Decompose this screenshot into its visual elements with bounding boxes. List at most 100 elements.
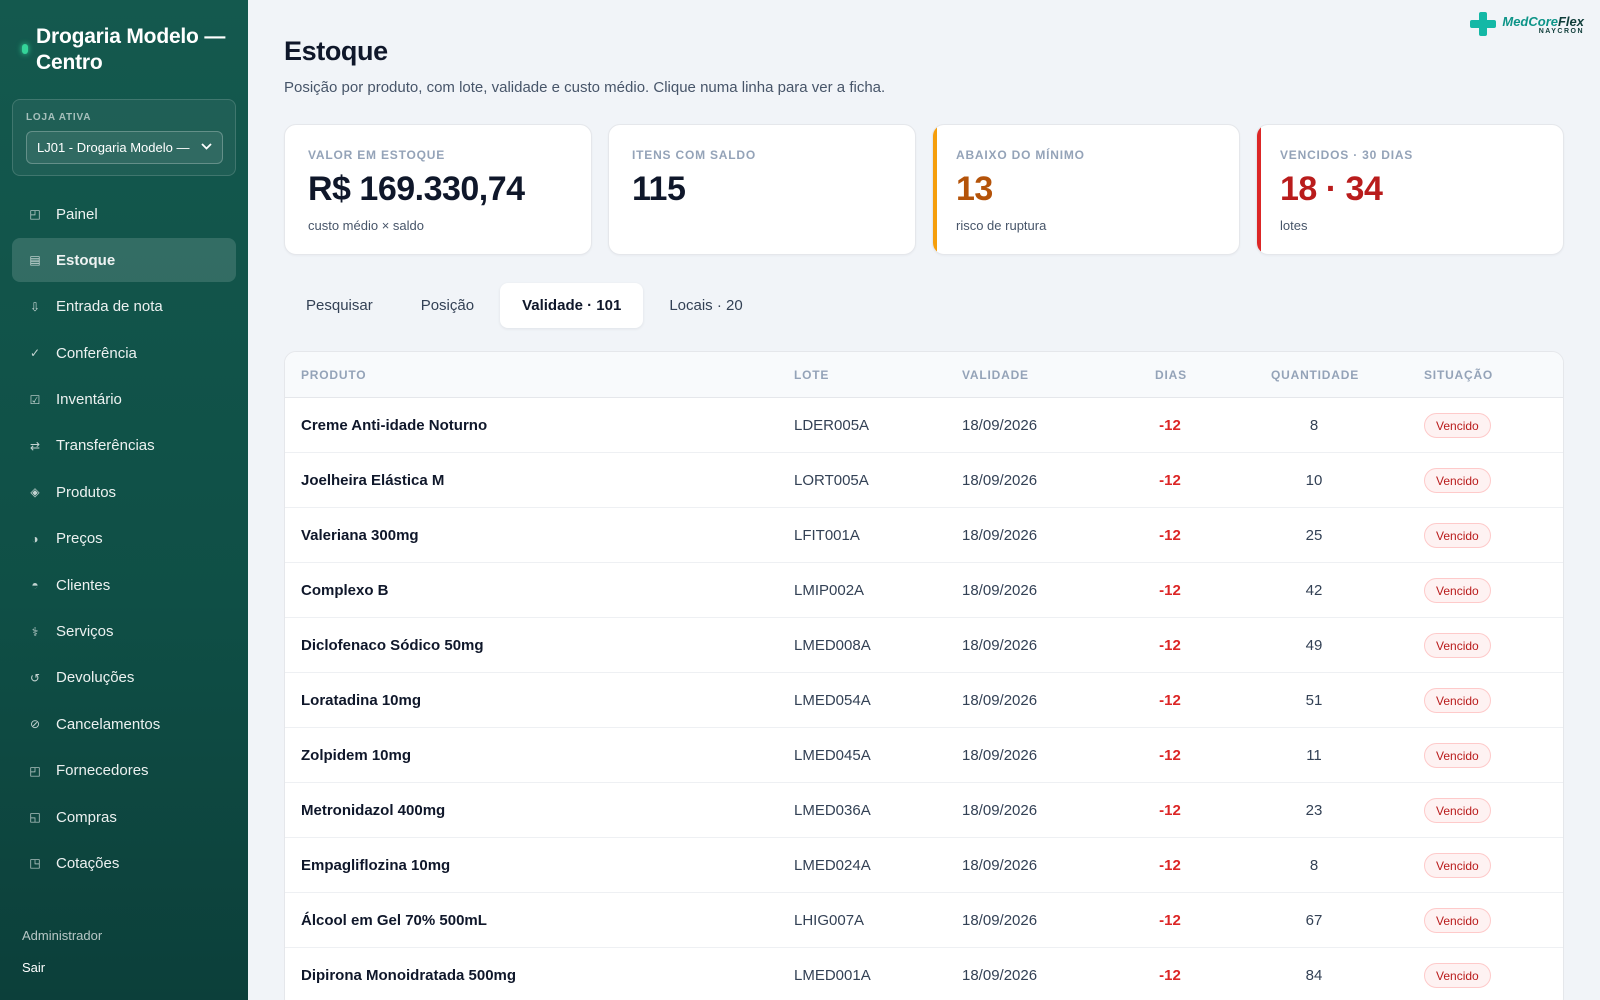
sidebar-item-painel[interactable]: ◰ Painel — [12, 192, 236, 236]
sidebar-item-label: Entrada de nota — [56, 298, 163, 316]
table-header: PRODUTO LOTE VALIDADE DIAS QUANTIDADE SI… — [285, 352, 1563, 398]
table-row[interactable]: Creme Anti-idade Noturno LDER005A 18/09/20… — [285, 398, 1563, 453]
table-row[interactable]: Dipirona Monoidratada 500mg LMED001A 18/09… — [285, 948, 1563, 1000]
expiry-date: 18/09/2026 — [962, 857, 1038, 874]
column-header-lote[interactable]: LOTE — [794, 368, 829, 382]
status-badge: Vencido — [1424, 963, 1491, 988]
days-value: -12 — [1159, 747, 1181, 764]
kpi-label: ITENS COM SALDO — [632, 148, 757, 162]
kpi-note: lotes — [1280, 218, 1308, 233]
batch-code: LMED036A — [794, 802, 871, 819]
product-name: Valeriana 300mg — [301, 527, 419, 544]
sidebar-item-label: Produtos — [56, 483, 117, 501]
column-header-quantidade[interactable]: QUANTIDADE — [1271, 368, 1359, 382]
days-value: -12 — [1159, 582, 1181, 599]
table-row[interactable]: Valeriana 300mg LFIT001A 18/09/2026 -12 25 Ve… — [285, 508, 1563, 563]
table-row[interactable]: Joelheira Elástica M LORT005A 18/09/2026 -1… — [285, 453, 1563, 508]
table-row[interactable]: Álcool em Gel 70% 500mL LHIG007A 18/09/202… — [285, 893, 1563, 948]
column-header-validade[interactable]: VALIDADE — [962, 368, 1029, 382]
table-row[interactable]: Zolpidem 10mg LMED045A 18/09/2026 -12 11 Venc… — [285, 728, 1563, 783]
days-value: -12 — [1159, 472, 1181, 489]
quantity-value: 10 — [1305, 472, 1323, 489]
quantity-value: 49 — [1305, 637, 1323, 654]
sidebar-item-label: Compras — [56, 808, 117, 826]
tab-locais[interactable]: Locais · 20 — [647, 283, 764, 328]
sidebar-item-devolucoes[interactable]: ↺ Devoluções — [12, 656, 236, 700]
kpi-card: VALOR EM ESTOQUE R$ 169.330,74 custo médio… — [284, 124, 592, 255]
medical-cross-icon — [1470, 12, 1497, 36]
inventario-icon: ☑ — [29, 392, 41, 407]
entrada-de-nota-icon: ⇩ — [29, 299, 41, 314]
days-value: -12 — [1159, 527, 1181, 544]
column-header-dias[interactable]: DIAS — [1155, 368, 1187, 382]
cancelamentos-icon: ⊘ — [29, 717, 41, 732]
batch-code: LMED001A — [794, 967, 871, 984]
batch-code: LORT005A — [794, 472, 869, 489]
precos-icon: ◑ — [31, 531, 39, 546]
quantity-value: 84 — [1305, 967, 1323, 984]
store-name: Drogaria Modelo — Centro — [36, 25, 226, 74]
table-row[interactable]: Complexo B LMIP002A 18/09/2026 -12 42 Vencido — [285, 563, 1563, 618]
expiry-date: 18/09/2026 — [962, 747, 1038, 764]
days-value: -12 — [1159, 417, 1181, 434]
sidebar-item-precos[interactable]: ◑ Preços — [12, 517, 236, 561]
tab-validade[interactable]: Validade · 101 — [500, 283, 644, 328]
table-row[interactable]: Loratadina 10mg LMED054A 18/09/2026 -12 51 Ve… — [285, 673, 1563, 728]
expiry-date: 18/09/2026 — [962, 582, 1038, 599]
user-role: Administrador — [22, 928, 103, 943]
expiry-date: 18/09/2026 — [962, 417, 1038, 434]
kpi-card: ABAIXO DO MÍNIMO 13 risco de ruptura — [932, 124, 1240, 255]
expiry-date: 18/09/2026 — [962, 912, 1038, 929]
kpi-value: R$ 169.330,74 — [308, 170, 525, 208]
column-header-produto[interactable]: PRODUTO — [301, 368, 366, 382]
sidebar-item-compras[interactable]: ◱ Compras — [12, 795, 236, 839]
sidebar-item-clientes[interactable]: ◓ Clientes — [12, 563, 236, 607]
sidebar-item-label: Fornecedores — [56, 762, 149, 780]
sidebar-item-label: Inventário — [56, 391, 122, 409]
sidebar-item-produtos[interactable]: ◈ Produtos — [12, 470, 236, 514]
devolucoes-icon: ↺ — [29, 670, 41, 685]
expiry-date: 18/09/2026 — [962, 472, 1038, 489]
kpi-label: ABAIXO DO MÍNIMO — [956, 148, 1085, 162]
quantity-value: 8 — [1309, 417, 1319, 434]
sidebar-item-servicos[interactable]: ⚕ Serviços — [12, 610, 236, 654]
tab-pesquisar[interactable]: Pesquisar — [284, 283, 395, 328]
column-header-situacao[interactable]: SITUAÇÃO — [1424, 368, 1493, 382]
sidebar-item-estoque[interactable]: ▤ Estoque — [12, 238, 236, 283]
sidebar-item-cotacoes[interactable]: ◳ Cotações — [12, 841, 236, 885]
active-store-panel: LOJA ATIVA LJ01 - Drogaria Modelo — — [12, 99, 236, 176]
table-row[interactable]: Metronidazol 400mg LMED036A 18/09/2026 -12 2… — [285, 783, 1563, 838]
sidebar-item-fornecedores[interactable]: ◰ Fornecedores — [12, 749, 236, 793]
sidebar-item-transferencias[interactable]: ⇄ Transferências — [12, 424, 236, 468]
painel-icon: ◰ — [29, 207, 41, 221]
kpi-card: VENCIDOS · 30 DIAS 18 · 34 lotes — [1256, 124, 1564, 255]
table-row[interactable]: Diclofenaco Sódico 50mg LMED008A 18/09/202… — [285, 618, 1563, 673]
status-badge: Vencido — [1424, 523, 1491, 548]
batch-code: LMED045A — [794, 747, 871, 764]
status-badge: Vencido — [1424, 633, 1491, 658]
table-row[interactable]: Empagliflozina 10mg LMED024A 18/09/2026 -12… — [285, 838, 1563, 893]
store-select[interactable]: LJ01 - Drogaria Modelo — — [26, 131, 223, 164]
fornecedores-icon: ◰ — [29, 763, 41, 778]
days-value: -12 — [1159, 857, 1181, 874]
sidebar-item-cancelamentos[interactable]: ⊘ Cancelamentos — [12, 702, 236, 746]
clientes-icon: ◓ — [31, 578, 39, 593]
transferencias-icon: ⇄ — [29, 438, 41, 453]
product-name: Complexo B — [301, 582, 389, 599]
sidebar-item-conferencia[interactable]: ✓ Conferência — [12, 331, 236, 375]
days-value: -12 — [1159, 967, 1181, 984]
sidebar-item-entrada-de-nota[interactable]: ⇩ Entrada de nota — [12, 285, 236, 329]
days-value: -12 — [1159, 802, 1181, 819]
sidebar-item-label: Conferência — [56, 344, 137, 362]
product-name: Zolpidem 10mg — [301, 747, 412, 764]
status-badge: Vencido — [1424, 688, 1491, 713]
brand: Drogaria Modelo — Centro — [22, 24, 226, 76]
quantity-value: 23 — [1305, 802, 1323, 819]
tab-posicao[interactable]: Posição — [399, 283, 496, 328]
conferencia-icon: ✓ — [29, 346, 41, 361]
product-name: Loratadina 10mg — [301, 692, 422, 709]
expiry-date: 18/09/2026 — [962, 692, 1038, 709]
app-logo: MedCoreFlex NAYCRON — [1470, 12, 1584, 36]
sidebar-item-inventario[interactable]: ☑ Inventário — [12, 378, 236, 422]
logout-link[interactable]: Sair — [22, 960, 45, 975]
